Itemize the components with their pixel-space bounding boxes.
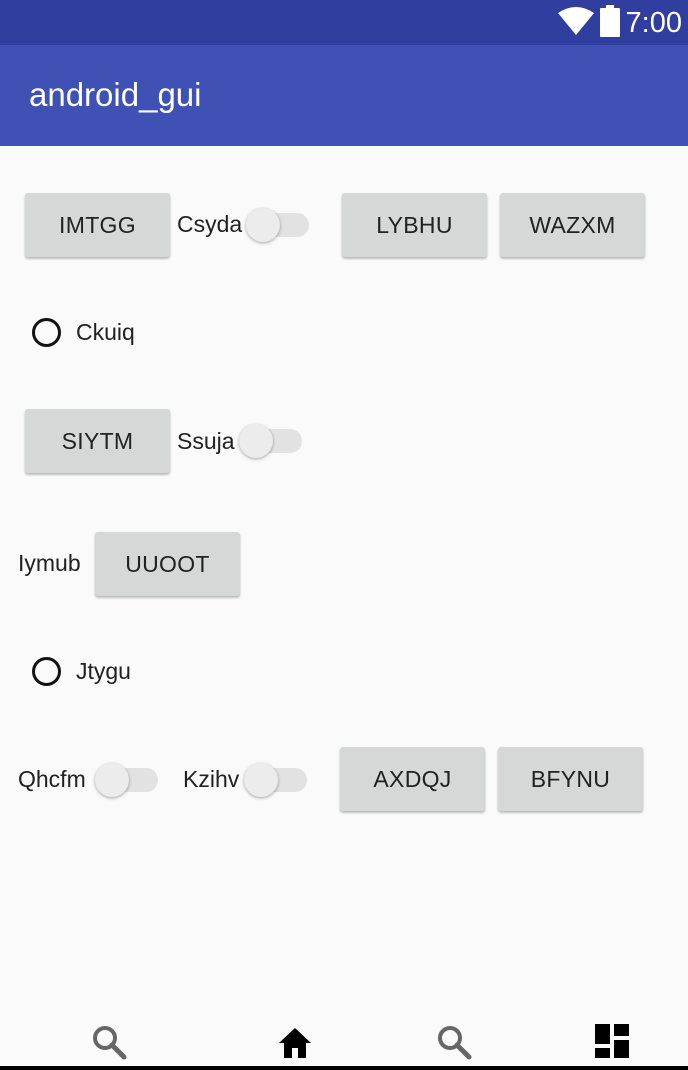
csyda-switch-thumb xyxy=(246,208,280,242)
kzihv-label: Kzihv xyxy=(183,766,240,792)
home-icon[interactable] xyxy=(277,1024,313,1065)
uuoot-button[interactable]: UUOOT xyxy=(95,532,240,596)
nav-bar-line xyxy=(0,1066,688,1070)
app-title: android_gui xyxy=(29,76,202,113)
search-icon[interactable] xyxy=(91,1024,127,1065)
axdqj-button[interactable]: AXDQJ xyxy=(340,747,485,811)
dashboard-icon[interactable] xyxy=(595,1024,629,1063)
qhcfm-label: Qhcfm xyxy=(18,766,86,792)
csyda-label: Csyda xyxy=(177,211,243,237)
wifi-icon xyxy=(557,6,594,40)
battery-icon xyxy=(599,4,620,42)
content-area: IMTGG Csyda LYBHU WAZXM Ckuiq SIYTM Ssuj… xyxy=(0,146,688,1016)
ckuiq-radio-circle xyxy=(32,318,61,347)
ckuiq-label: Ckuiq xyxy=(76,319,135,345)
jtygu-radio-circle xyxy=(32,657,61,686)
search-icon[interactable] xyxy=(436,1024,472,1065)
status-time: 7:00 xyxy=(625,7,682,39)
bfynu-button[interactable]: BFYNU xyxy=(498,747,643,811)
kzihv-switch-thumb xyxy=(244,763,278,797)
status-bar: 7:00 xyxy=(0,0,688,45)
status-icons: 7:00 xyxy=(557,4,682,42)
app-bar: android_gui xyxy=(0,45,688,146)
lybhu-button[interactable]: LYBHU xyxy=(342,193,487,257)
ssuja-switch-thumb xyxy=(239,424,273,458)
siytm-button[interactable]: SIYTM xyxy=(25,409,170,473)
jtygu-label: Jtygu xyxy=(76,658,131,684)
imtgg-button[interactable]: IMTGG xyxy=(25,193,170,257)
iymub-label: Iymub xyxy=(18,550,81,576)
qhcfm-switch-thumb xyxy=(95,763,129,797)
wazxm-button[interactable]: WAZXM xyxy=(500,193,645,257)
bottom-nav xyxy=(0,1016,688,1070)
ssuja-label: Ssuja xyxy=(177,428,235,454)
